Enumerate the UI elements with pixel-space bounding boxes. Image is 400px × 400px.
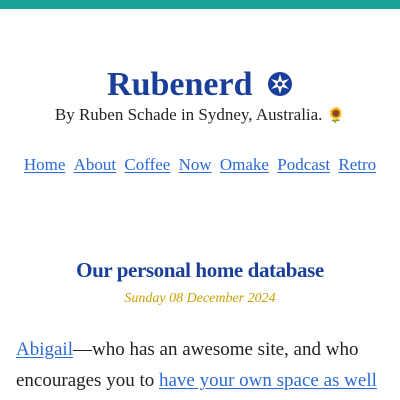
nav-item-about[interactable]: About [74, 155, 117, 174]
sunflower-icon: 🌻 [326, 106, 346, 124]
post-link-own-space[interactable]: have your own space as well [159, 370, 377, 391]
nav-item-retro[interactable]: Retro [338, 155, 376, 174]
nav-item-home[interactable]: Home [24, 155, 66, 174]
site-byline: By Ruben Schade in Sydney, Australia. 🌻 [0, 104, 400, 126]
main-nav: Home About Coffee Now Omake Podcast Retr… [0, 154, 400, 176]
post-body: Abigail—who has an awesome site, and who… [16, 334, 392, 396]
byline-text: By Ruben Schade in Sydney, Australia. [54, 105, 323, 124]
top-accent-bar [0, 0, 400, 9]
site-title-link[interactable]: Rubenerd [107, 66, 252, 103]
nav-item-podcast[interactable]: Podcast [277, 155, 330, 174]
site-header: Rubenerd [0, 64, 400, 106]
nav-item-omake[interactable]: Omake [220, 155, 269, 174]
gear-star-icon [267, 72, 292, 97]
nav-item-coffee[interactable]: Coffee [124, 155, 170, 174]
nav-item-now[interactable]: Now [179, 155, 212, 174]
post-link-abigail[interactable]: Abigail [16, 339, 73, 360]
post-title: Our personal home database [76, 258, 324, 282]
post-date: Sunday 08 December 2024 [124, 291, 276, 306]
